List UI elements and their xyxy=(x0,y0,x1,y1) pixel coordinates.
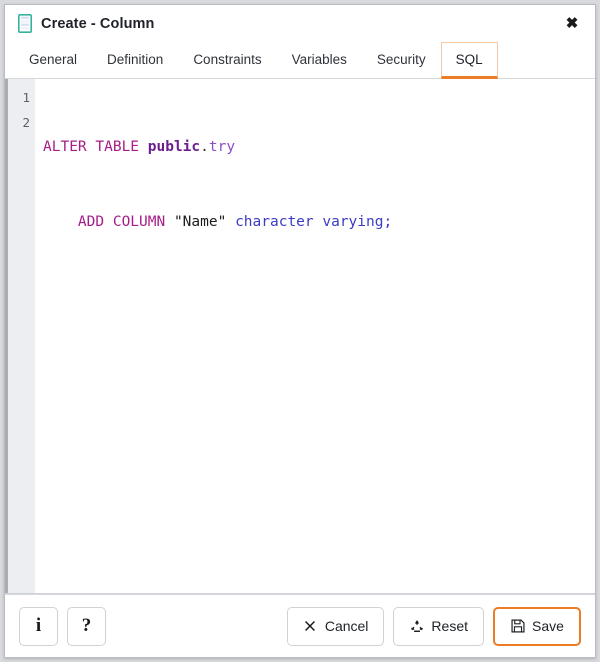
floppy-disk-icon xyxy=(510,619,525,634)
sql-editor: 1 2 ALTER TABLE public.try ADD COLUMN "N… xyxy=(5,79,595,594)
cancel-button[interactable]: Cancel xyxy=(286,606,385,646)
tab-definition[interactable]: Definition xyxy=(92,42,178,79)
reset-button[interactable]: Reset xyxy=(393,606,484,646)
footer-right-group: Cancel Reset Save xyxy=(286,606,581,646)
sql-identifier: "Name" xyxy=(173,214,236,230)
sql-object: try xyxy=(208,139,236,155)
cancel-button-label: Cancel xyxy=(324,618,369,634)
page-title: Create - Column xyxy=(41,15,155,32)
sql-datatype: character varying; xyxy=(235,214,393,230)
sql-indent xyxy=(43,214,78,230)
sql-schema: public xyxy=(147,139,201,155)
sql-punctuation: . xyxy=(200,139,209,155)
tab-variables[interactable]: Variables xyxy=(277,42,362,79)
code-line: ALTER TABLE public.try xyxy=(43,135,595,160)
code-line: ADD COLUMN "Name" character varying; xyxy=(43,210,595,235)
tab-sql[interactable]: SQL xyxy=(440,42,498,79)
dialog-titlebar: Create - Column ✖ xyxy=(5,5,595,42)
sql-code-area[interactable]: ALTER TABLE public.try ADD COLUMN "Name"… xyxy=(35,79,595,593)
line-number-gutter: 1 2 xyxy=(5,79,35,593)
cross-icon xyxy=(303,619,318,634)
line-number: 1 xyxy=(22,90,30,105)
save-button[interactable]: Save xyxy=(493,606,581,646)
tab-security[interactable]: Security xyxy=(362,42,441,79)
help-button[interactable]: ? xyxy=(67,606,106,646)
tab-bar: General Definition Constraints Variables… xyxy=(5,42,595,79)
tab-constraints[interactable]: Constraints xyxy=(178,42,276,79)
line-number: 2 xyxy=(22,115,30,130)
reset-button-label: Reset xyxy=(431,618,468,634)
dialog-footer: i ? Cancel Reset Save xyxy=(5,594,595,657)
recycle-icon xyxy=(409,619,424,634)
footer-left-group: i ? xyxy=(19,606,106,646)
column-icon xyxy=(18,14,32,33)
close-icon[interactable]: ✖ xyxy=(561,13,583,35)
sql-keyword: ALTER TABLE xyxy=(43,139,148,155)
save-button-label: Save xyxy=(532,618,564,634)
create-column-dialog: Create - Column ✖ General Definition Con… xyxy=(4,4,596,658)
info-button[interactable]: i xyxy=(19,606,58,646)
tab-general[interactable]: General xyxy=(14,42,92,79)
sql-keyword: ADD COLUMN xyxy=(77,214,174,230)
